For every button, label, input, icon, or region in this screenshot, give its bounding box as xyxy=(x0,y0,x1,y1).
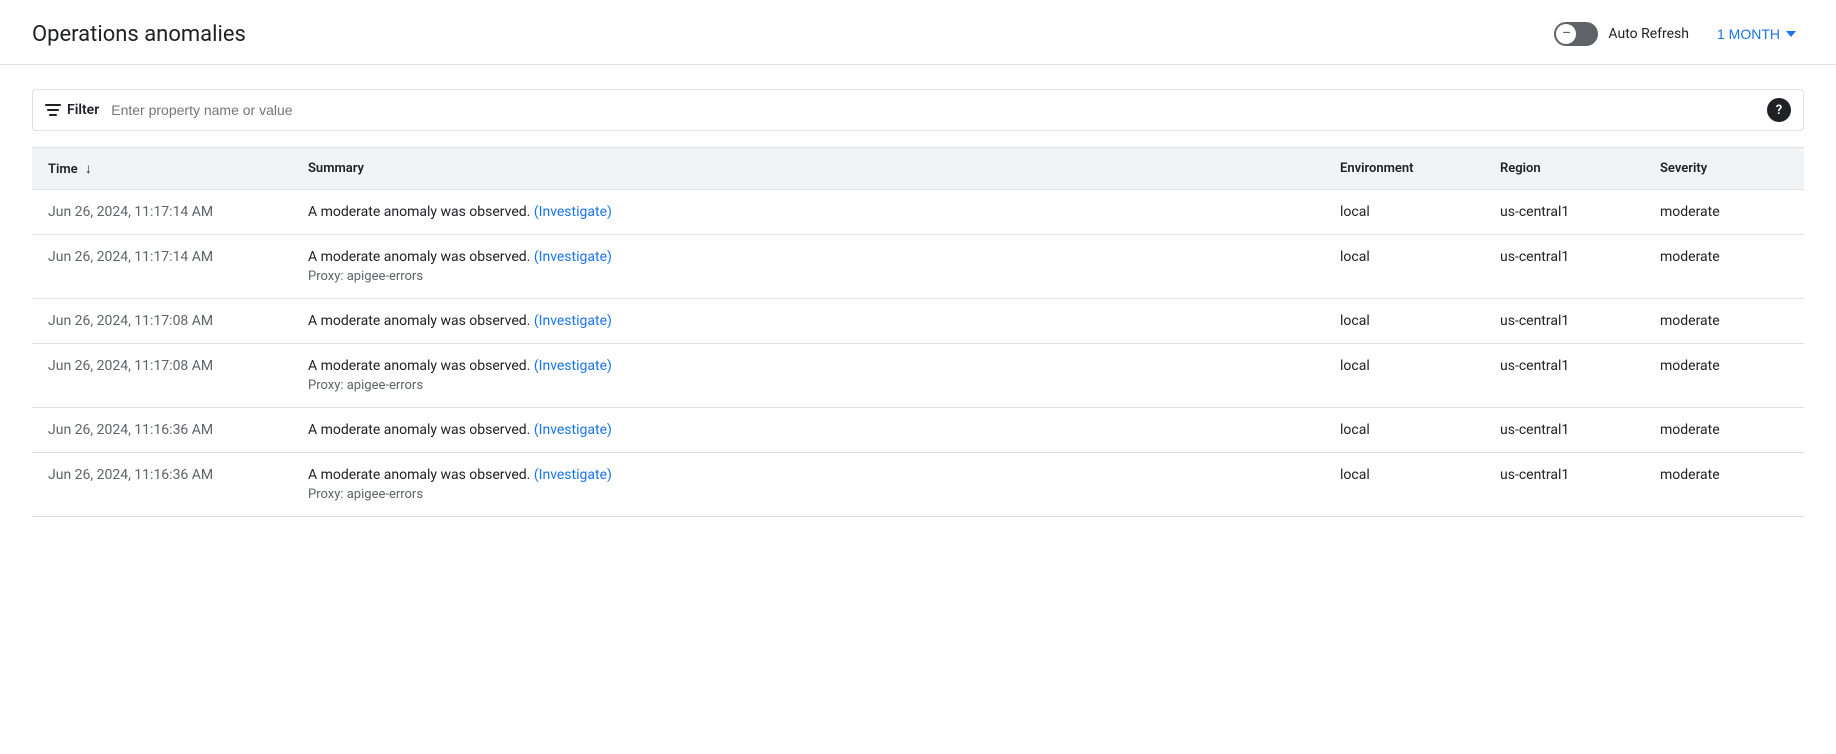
cell-environment: local xyxy=(1324,344,1484,408)
cell-region: us-central1 xyxy=(1484,344,1644,408)
cell-region: us-central1 xyxy=(1484,408,1644,453)
cell-severity: moderate xyxy=(1644,344,1804,408)
table-row: Jun 26, 2024, 11:17:14 AM A moderate anom… xyxy=(32,235,1804,299)
cell-summary: A moderate anomaly was observed. (Invest… xyxy=(292,235,1324,299)
auto-refresh-toggle[interactable] xyxy=(1554,22,1598,46)
cell-summary: A moderate anomaly was observed. (Invest… xyxy=(292,408,1324,453)
cell-region: us-central1 xyxy=(1484,299,1644,344)
time-range-label: 1 MONTH xyxy=(1717,26,1780,42)
toggle-thumb xyxy=(1556,24,1576,44)
table-row: Jun 26, 2024, 11:17:14 AM A moderate anom… xyxy=(32,190,1804,235)
cell-time: Jun 26, 2024, 11:17:14 AM xyxy=(32,235,292,299)
proxy-text: Proxy: apigee-errors xyxy=(308,487,1308,502)
col-header-environment: Environment xyxy=(1324,148,1484,190)
cell-environment: local xyxy=(1324,299,1484,344)
table-body: Jun 26, 2024, 11:17:14 AM A moderate anom… xyxy=(32,190,1804,517)
cell-environment: local xyxy=(1324,235,1484,299)
cell-environment: local xyxy=(1324,190,1484,235)
investigate-link[interactable]: (Investigate) xyxy=(534,467,612,483)
summary-text: A moderate anomaly was observed. (Invest… xyxy=(308,249,612,265)
col-header-region: Region xyxy=(1484,148,1644,190)
summary-text: A moderate anomaly was observed. (Invest… xyxy=(308,467,612,483)
cell-severity: moderate xyxy=(1644,299,1804,344)
cell-time: Jun 26, 2024, 11:16:36 AM xyxy=(32,453,292,517)
filter-line-2 xyxy=(47,109,59,111)
cell-time: Jun 26, 2024, 11:17:14 AM xyxy=(32,190,292,235)
cell-environment: local xyxy=(1324,408,1484,453)
investigate-link[interactable]: (Investigate) xyxy=(534,313,612,329)
cell-environment: local xyxy=(1324,453,1484,517)
header-controls: Auto Refresh 1 MONTH xyxy=(1554,20,1804,48)
cell-time: Jun 26, 2024, 11:17:08 AM xyxy=(32,344,292,408)
proxy-text: Proxy: apigee-errors xyxy=(308,269,1308,284)
cell-severity: moderate xyxy=(1644,453,1804,517)
cell-summary: A moderate anomaly was observed. (Invest… xyxy=(292,344,1324,408)
table-header: Time ↓ Summary Environment Region Severi… xyxy=(32,148,1804,190)
summary-text: A moderate anomaly was observed. (Invest… xyxy=(308,204,612,220)
filter-label: Filter xyxy=(67,102,99,118)
filter-icon[interactable] xyxy=(45,104,61,116)
table-header-row: Time ↓ Summary Environment Region Severi… xyxy=(32,148,1804,190)
filter-line-3 xyxy=(49,114,57,116)
summary-text: A moderate anomaly was observed. (Invest… xyxy=(308,358,612,374)
toggle-track xyxy=(1554,22,1598,46)
chevron-down-icon xyxy=(1786,31,1796,37)
main-content: Filter ? Time ↓ Summary Environment Regi… xyxy=(0,65,1836,541)
filter-help-icon[interactable]: ? xyxy=(1767,98,1791,122)
cell-region: us-central1 xyxy=(1484,453,1644,517)
investigate-link[interactable]: (Investigate) xyxy=(534,249,612,265)
summary-text: A moderate anomaly was observed. (Invest… xyxy=(308,313,612,329)
filter-icon-container: Filter xyxy=(45,102,99,118)
cell-region: us-central1 xyxy=(1484,190,1644,235)
table-row: Jun 26, 2024, 11:16:36 AM A moderate anom… xyxy=(32,453,1804,517)
table-row: Jun 26, 2024, 11:16:36 AM A moderate anom… xyxy=(32,408,1804,453)
auto-refresh-container: Auto Refresh xyxy=(1554,22,1689,46)
col-header-time: Time ↓ xyxy=(32,148,292,190)
time-range-button[interactable]: 1 MONTH xyxy=(1709,20,1804,48)
table-row: Jun 26, 2024, 11:17:08 AM A moderate anom… xyxy=(32,299,1804,344)
investigate-link[interactable]: (Investigate) xyxy=(534,204,612,220)
cell-time: Jun 26, 2024, 11:17:08 AM xyxy=(32,299,292,344)
cell-summary: A moderate anomaly was observed. (Invest… xyxy=(292,453,1324,517)
page-header: Operations anomalies Auto Refresh 1 MONT… xyxy=(0,0,1836,65)
auto-refresh-label: Auto Refresh xyxy=(1608,26,1689,42)
cell-summary: A moderate anomaly was observed. (Invest… xyxy=(292,190,1324,235)
filter-input[interactable] xyxy=(111,102,1767,118)
investigate-link[interactable]: (Investigate) xyxy=(534,422,612,438)
cell-region: us-central1 xyxy=(1484,235,1644,299)
cell-severity: moderate xyxy=(1644,408,1804,453)
cell-severity: moderate xyxy=(1644,235,1804,299)
cell-time: Jun 26, 2024, 11:16:36 AM xyxy=(32,408,292,453)
investigate-link[interactable]: (Investigate) xyxy=(534,358,612,374)
proxy-text: Proxy: apigee-errors xyxy=(308,378,1308,393)
col-header-severity: Severity xyxy=(1644,148,1804,190)
anomalies-table: Time ↓ Summary Environment Region Severi… xyxy=(32,147,1804,517)
col-header-summary: Summary xyxy=(292,148,1324,190)
filter-line-1 xyxy=(45,104,61,106)
cell-summary: A moderate anomaly was observed. (Invest… xyxy=(292,299,1324,344)
cell-severity: moderate xyxy=(1644,190,1804,235)
filter-bar: Filter ? xyxy=(32,89,1804,131)
table-row: Jun 26, 2024, 11:17:08 AM A moderate anom… xyxy=(32,344,1804,408)
page-title: Operations anomalies xyxy=(32,22,246,47)
summary-text: A moderate anomaly was observed. (Invest… xyxy=(308,422,612,438)
sort-arrow-icon[interactable]: ↓ xyxy=(85,160,92,177)
